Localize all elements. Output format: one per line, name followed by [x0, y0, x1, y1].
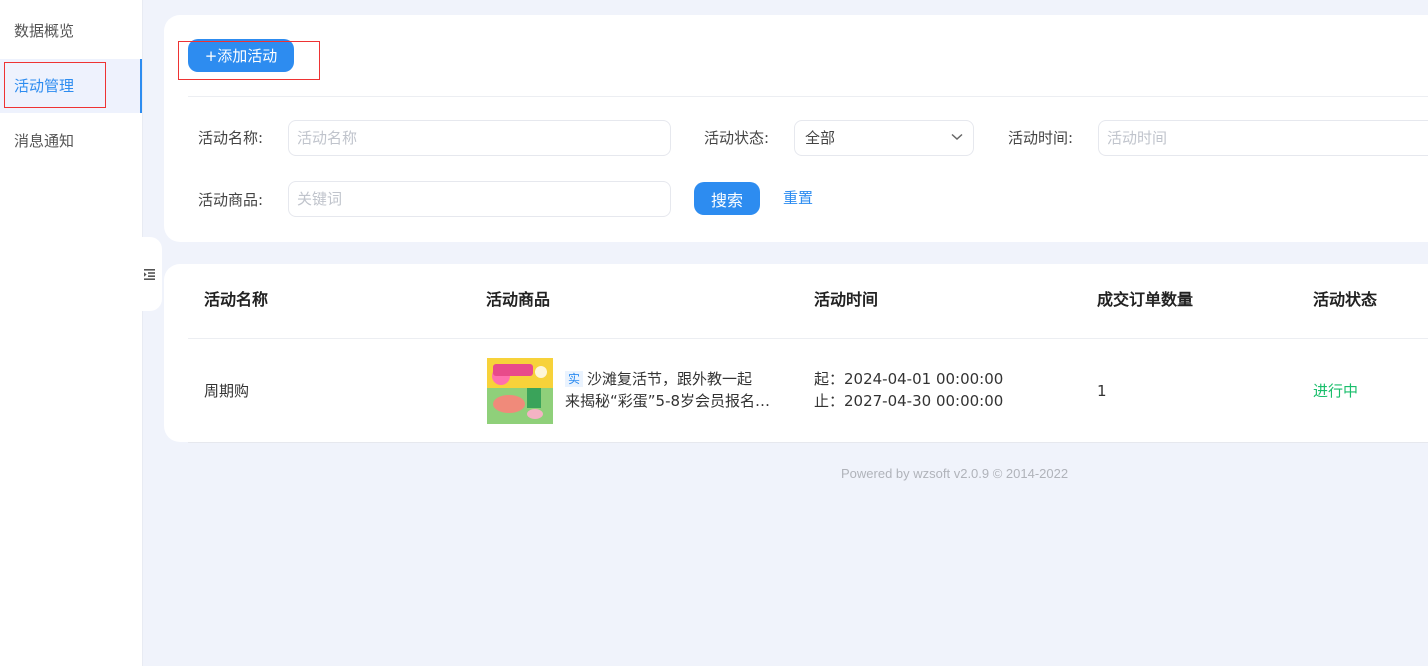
activity-time-label: 活动时间: [1008, 129, 1074, 147]
product-keyword-input[interactable]: 关键词 [288, 181, 671, 217]
activity-table: 活动名称 活动商品 活动时间 成交订单数量 活动状态 周期购 实沙滩复活节，跟外… [164, 264, 1428, 442]
activity-time-placeholder: 活动时间 [1107, 129, 1168, 147]
filter-panel: +添加活动 活动名称: 活动名称 活动状态: 全部 活动时间: 活动时间 活动商… [164, 15, 1428, 242]
divider [188, 338, 1428, 339]
activity-status-value: 全部 [805, 129, 836, 147]
footer-copyright: Powered by wzsoft v2.0.9 © 2014-2022 [841, 466, 1069, 481]
chevron-down-icon [951, 133, 963, 141]
product-name-line2: 来揭秘“彩蛋”5-8岁会员报名… [565, 392, 771, 410]
divider [188, 442, 1428, 443]
sidebar-item-label: 活动管理 [14, 77, 75, 95]
sidebar-item-notifications[interactable]: 消息通知 [0, 114, 142, 168]
status-badge: 进行中 [1313, 382, 1359, 400]
activity-end-time: 止：2027-04-30 00:00:00 [814, 392, 1004, 410]
sidebar-item-overview[interactable]: 数据概览 [0, 4, 142, 58]
column-header-status: 活动状态 [1313, 290, 1378, 309]
column-header-product: 活动商品 [486, 290, 551, 309]
sidebar-collapse-toggle[interactable] [140, 237, 162, 311]
sidebar: 数据概览 活动管理 消息通知 [0, 0, 143, 666]
product-name[interactable]: 实沙滩复活节，跟外教一起 来揭秘“彩蛋”5-8岁会员报名… [565, 368, 775, 412]
column-header-time: 活动时间 [814, 290, 879, 309]
row-order-count: 1 [1097, 382, 1107, 400]
add-activity-button[interactable]: +添加活动 [188, 39, 294, 72]
activity-start-time: 起：2024-04-01 00:00:00 [814, 370, 1004, 388]
sidebar-item-label: 数据概览 [14, 22, 75, 40]
product-keyword-placeholder: 关键词 [297, 190, 343, 208]
product-type-badge: 实 [565, 371, 584, 387]
reset-button[interactable]: 重置 [783, 187, 813, 208]
column-header-name: 活动名称 [204, 290, 269, 309]
sidebar-item-activity-management[interactable]: 活动管理 [0, 59, 142, 113]
activity-product-label: 活动商品: [198, 191, 264, 209]
activity-name-label: 活动名称: [198, 129, 264, 147]
search-button[interactable]: 搜索 [694, 182, 760, 215]
activity-name-input[interactable]: 活动名称 [288, 120, 671, 156]
row-activity-name: 周期购 [204, 382, 250, 400]
activity-status-label: 活动状态: [704, 129, 770, 147]
product-name-line1: 沙滩复活节，跟外教一起 [587, 370, 753, 388]
divider [188, 96, 1428, 97]
sidebar-item-label: 消息通知 [14, 132, 75, 150]
activity-time-input[interactable]: 活动时间 [1098, 120, 1428, 156]
column-header-orders: 成交订单数量 [1097, 290, 1194, 309]
activity-name-placeholder: 活动名称 [297, 129, 358, 147]
activity-status-select[interactable]: 全部 [794, 120, 974, 156]
product-thumbnail [487, 358, 553, 424]
collapse-menu-icon [144, 269, 155, 280]
